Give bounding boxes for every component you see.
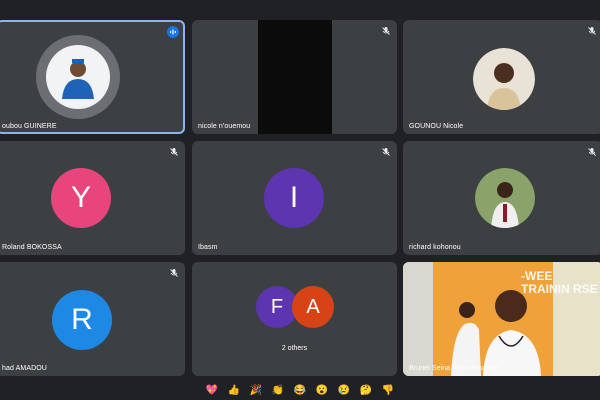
participant-tile-richard-kohonou[interactable]: richard kohonou <box>403 141 600 255</box>
participant-tile-ibasm[interactable]: I Ibasm <box>192 141 397 255</box>
avatar-letter: R <box>52 290 112 350</box>
avatar-letter: Y <box>51 168 111 228</box>
reaction-thumbs-down-icon[interactable]: 👎 <box>380 383 396 399</box>
participant-name: Roland BOKOSSA <box>2 244 62 251</box>
speaking-indicator-icon <box>167 26 179 38</box>
mic-muted-icon <box>382 148 390 156</box>
reaction-party-icon[interactable]: 🎉 <box>248 383 264 399</box>
reactions-bar: 💖 👍 🎉 👏 😂 😮 😢 🤔 👎 <box>0 381 600 400</box>
reaction-thinking-icon[interactable]: 🤔 <box>358 383 374 399</box>
reaction-sad-icon[interactable]: 😢 <box>336 383 352 399</box>
reaction-heart-icon[interactable]: 💖 <box>204 383 220 399</box>
participant-tile-guinere[interactable]: oubou GUINERE <box>0 20 185 134</box>
participant-tile-brunel[interactable]: -WEE TRAININ RSE Brunel Seina Roch Fossa… <box>403 262 600 376</box>
participant-tile-gounou-nicole[interactable]: GOUNOU Nicole <box>403 20 600 134</box>
avatar-letter-a: A <box>292 286 334 328</box>
participant-tile-amadou[interactable]: R had AMADOU <box>0 262 185 376</box>
participant-photo <box>475 168 535 228</box>
video-banner-text: -WEE TRAININ RSE <box>521 269 598 296</box>
participant-name: richard kohonou <box>409 244 461 251</box>
participant-tile-nicole-nouemou[interactable]: nicole n'ouemou <box>192 20 397 134</box>
participant-tile-others[interactable]: F A 2 others <box>192 262 397 376</box>
participant-name: had AMADOU <box>2 365 47 372</box>
participant-photo <box>36 35 120 119</box>
others-count-label: 2 others <box>281 345 308 352</box>
mic-muted-icon <box>170 269 178 277</box>
mic-muted-icon <box>588 27 596 35</box>
reaction-laugh-icon[interactable]: 😂 <box>292 383 308 399</box>
participant-video <box>258 20 332 134</box>
mic-muted-icon <box>588 148 596 156</box>
mic-muted-icon <box>382 27 390 35</box>
reaction-clap-icon[interactable]: 👏 <box>270 383 286 399</box>
reaction-thumbs-up-icon[interactable]: 👍 <box>226 383 242 399</box>
participant-name: GOUNOU Nicole <box>409 123 464 130</box>
participant-photo <box>473 48 535 110</box>
participant-tile-roland-bokossa[interactable]: Y Roland BOKOSSA <box>0 141 185 255</box>
reaction-surprised-icon[interactable]: 😮 <box>314 383 330 399</box>
mic-muted-icon <box>170 148 178 156</box>
participant-name: oubou GUINERE <box>2 123 57 130</box>
avatar-letter: I <box>264 168 324 228</box>
participant-name: Ibasm <box>198 244 218 251</box>
participant-name: nicole n'ouemou <box>198 123 251 130</box>
participant-name: Brunel Seina Roch Fossane <box>409 365 499 372</box>
